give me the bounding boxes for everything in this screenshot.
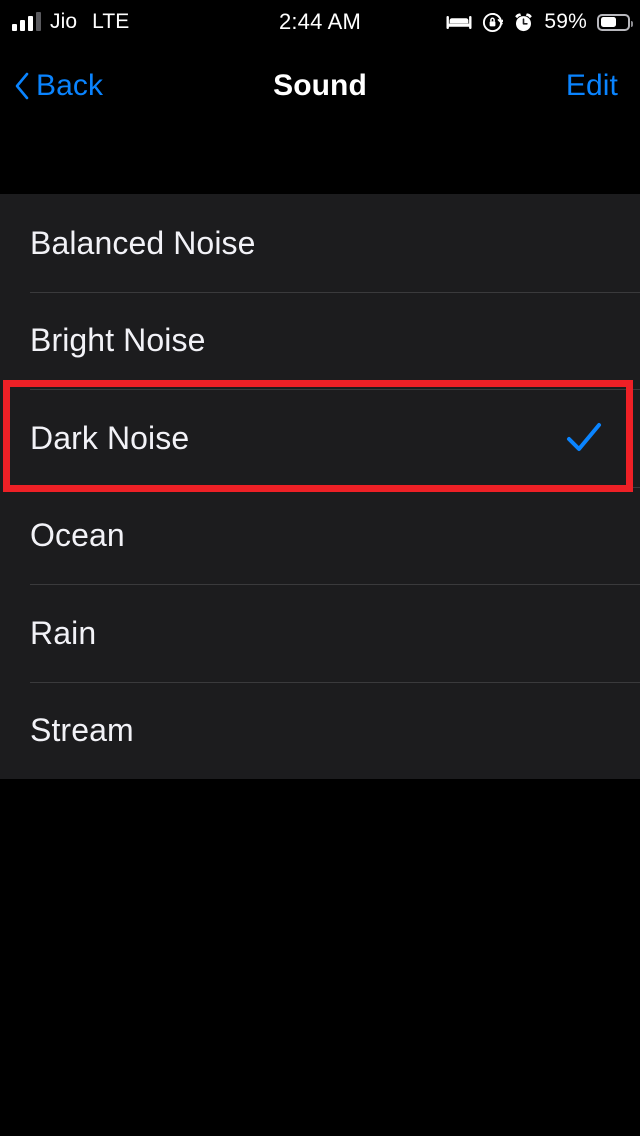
list-item[interactable]: Ocean — [0, 486, 640, 584]
navigation-bar: Back Sound Edit — [0, 55, 640, 117]
bed-icon — [446, 13, 472, 31]
list-item-label: Ocean — [30, 517, 125, 554]
sound-options-list: Balanced Noise Bright Noise Dark Noise Ocea… — [0, 194, 640, 779]
list-item-label: Balanced Noise — [30, 224, 256, 261]
list-item[interactable]: Rain — [0, 584, 640, 682]
list-item-label: Bright Noise — [30, 322, 206, 359]
list-item[interactable]: Dark Noise — [0, 389, 640, 487]
list-item-label: Rain — [30, 614, 97, 651]
page-title: Sound — [273, 69, 367, 102]
edit-button[interactable]: Edit — [566, 69, 618, 103]
list-item-label: Dark Noise — [30, 419, 190, 456]
list-item[interactable]: Balanced Noise — [0, 194, 640, 292]
list-item[interactable]: Bright Noise — [0, 291, 640, 389]
alarm-clock-icon — [513, 12, 534, 33]
list-item-label: Stream — [30, 712, 134, 749]
status-bar: Jio LTE 2:44 AM 59% — [0, 0, 640, 44]
status-bar-right: 59% — [446, 10, 633, 34]
iphone-screen: Jio LTE 2:44 AM 59% Back Sound Edit Bala… — [0, 0, 640, 1136]
battery-icon — [597, 13, 633, 31]
rotation-lock-icon — [482, 12, 504, 33]
battery-percentage-label: 59% — [544, 10, 587, 33]
list-item[interactable]: Stream — [0, 681, 640, 779]
